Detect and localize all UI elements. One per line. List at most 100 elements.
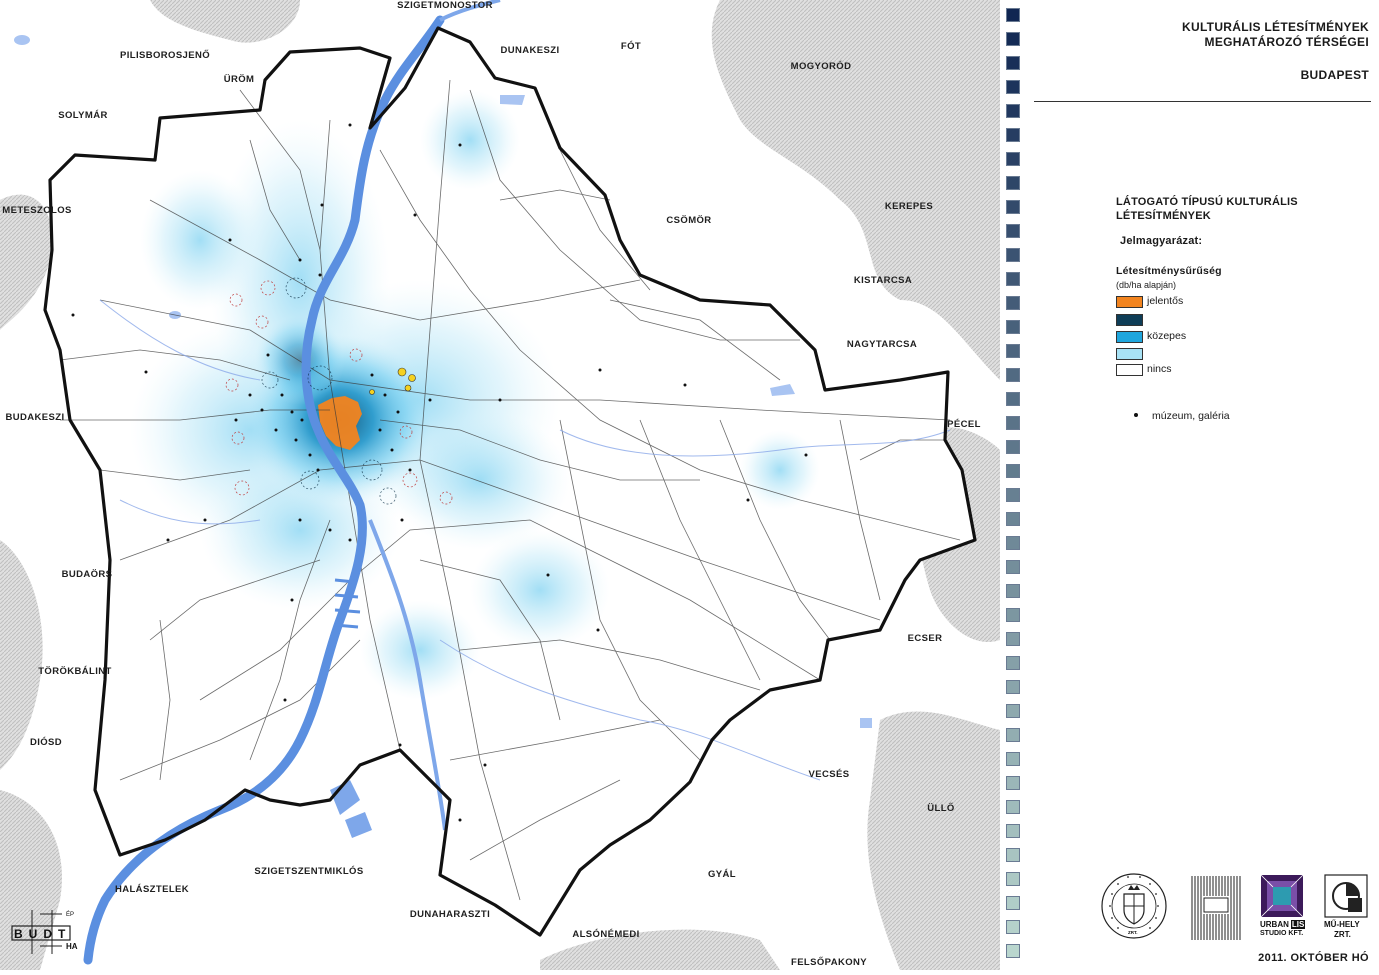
decorative-square-strip bbox=[1006, 8, 1022, 964]
place-pecel: PÉCEL bbox=[947, 419, 981, 430]
legend-key-title: Jelmagyarázat: bbox=[1120, 235, 1203, 247]
place-meteszolos: METESZOLOS bbox=[2, 205, 72, 216]
title-city: BUDAPEST bbox=[1300, 68, 1369, 82]
strip-square bbox=[1006, 944, 1020, 958]
place-solymar: SOLYMÁR bbox=[58, 110, 108, 121]
title-line2: MEGHATÁROZÓ TÉRSÉGEI bbox=[1204, 35, 1369, 49]
strip-square bbox=[1006, 344, 1020, 358]
place-szigetszentmiklos: SZIGETSZENTMIKLÓS bbox=[254, 866, 364, 877]
strip-square bbox=[1006, 512, 1020, 526]
legend-swatch-4 bbox=[1116, 364, 1143, 376]
budt-text: BUDT bbox=[14, 927, 72, 941]
strip-square bbox=[1006, 128, 1020, 142]
strip-square bbox=[1006, 656, 1020, 670]
museum-label: múzeum, galéria bbox=[1152, 410, 1230, 422]
place-szigetmonostor: SZIGETMONOSTOR bbox=[397, 0, 493, 11]
strip-square bbox=[1006, 440, 1020, 454]
vertical-lines-logo bbox=[1188, 874, 1244, 942]
strip-square bbox=[1006, 704, 1020, 718]
strip-square bbox=[1006, 152, 1020, 166]
urban-mark: LIS bbox=[1290, 920, 1306, 929]
legend-label-2: közepes bbox=[1147, 330, 1187, 342]
strip-square bbox=[1006, 296, 1020, 310]
place-csomor: CSÖMÖR bbox=[666, 215, 712, 226]
strip-square bbox=[1006, 8, 1020, 22]
strip-square bbox=[1006, 80, 1020, 94]
strip-square bbox=[1006, 272, 1020, 286]
budt-logo: BUDT ÉP HA bbox=[10, 908, 80, 958]
legend-panel: KULTURÁLIS LÉTESÍTMÉNYEK MEGHATÁROZÓ TÉR… bbox=[1030, 0, 1379, 970]
strip-square bbox=[1006, 536, 1020, 550]
legend-label-4: nincs bbox=[1147, 363, 1172, 375]
place-budakeszi: BUDAKESZI bbox=[5, 412, 65, 423]
strip-square bbox=[1006, 680, 1020, 694]
place-ecser: ECSER bbox=[907, 633, 943, 644]
place-diosd: DIÓSD bbox=[29, 737, 63, 748]
map-canvas[interactable]: SZIGETMONOSTOR PILISBOROSJENŐ ÜRÖM DUNAK… bbox=[0, 0, 1000, 970]
strip-square bbox=[1006, 176, 1020, 190]
urban-logo-icon bbox=[1260, 874, 1304, 918]
muhely-line1: MŰ-HELY bbox=[1324, 920, 1360, 929]
urban-word: URBAN bbox=[1260, 920, 1289, 929]
strip-square bbox=[1006, 776, 1020, 790]
place-felsopakony: FELSŐPAKONY bbox=[790, 957, 868, 968]
place-dunakeszi: DUNAKESZI bbox=[500, 45, 560, 56]
urban-line2: STUDIO KFT. bbox=[1260, 930, 1304, 937]
place-pilisborosjeno: PILISBOROSJENŐ bbox=[119, 50, 211, 61]
place-gyal: GYÁL bbox=[708, 869, 736, 880]
title-rule bbox=[1034, 101, 1371, 102]
legend-swatch-3 bbox=[1116, 348, 1143, 360]
barcode-logo-icon bbox=[1191, 876, 1241, 940]
place-mogyorod: MOGYORÓD bbox=[790, 61, 852, 72]
strip-square bbox=[1006, 920, 1020, 934]
place-kerepes: KEREPES bbox=[884, 201, 934, 212]
place-nagytarcsa: NAGYTARCSA bbox=[846, 339, 918, 350]
strip-square bbox=[1006, 728, 1020, 742]
legend-heading-line1: LÁTOGATÓ TÍPUSÚ KULTURÁLIS bbox=[1116, 196, 1298, 208]
strip-square bbox=[1006, 584, 1020, 598]
strip-square bbox=[1006, 392, 1020, 406]
strip-square bbox=[1006, 488, 1020, 502]
density-unit: (db/ha alapján) bbox=[1116, 280, 1177, 290]
legend-swatch-1 bbox=[1116, 314, 1143, 326]
place-vecses: VECSÉS bbox=[808, 769, 850, 780]
muhely-logo: MŰ-HELY ZRT. bbox=[1324, 874, 1370, 944]
strip-square bbox=[1006, 872, 1020, 886]
budapest-crest-seal: ZRT. bbox=[1100, 870, 1168, 942]
museum-symbol bbox=[1134, 413, 1138, 417]
strip-square bbox=[1006, 32, 1020, 46]
muhely-line2: ZRT. bbox=[1334, 930, 1351, 939]
place-kistarcsa: KISTARCSA bbox=[853, 275, 913, 286]
budt-sub1: ÉP bbox=[66, 912, 75, 918]
strip-square bbox=[1006, 632, 1020, 646]
strip-square bbox=[1006, 416, 1020, 430]
strip-square bbox=[1006, 824, 1020, 838]
strip-square bbox=[1006, 368, 1020, 382]
csepel-ponds bbox=[330, 780, 372, 838]
density-title: Létesítménysűrűség bbox=[1116, 265, 1222, 277]
urban-studio-logo: URBAN LIS STUDIO KFT. bbox=[1260, 874, 1310, 944]
strip-square bbox=[1006, 104, 1020, 118]
strip-square bbox=[1006, 800, 1020, 814]
strip-square bbox=[1006, 752, 1020, 766]
strip-square bbox=[1006, 56, 1020, 70]
budt-sub2: HA bbox=[66, 942, 78, 951]
urban-line1: URBAN LIS bbox=[1260, 920, 1306, 929]
place-alsonemedi: ALSÓNÉMEDI bbox=[572, 929, 640, 940]
strip-square bbox=[1006, 248, 1020, 262]
place-ullo: ÜLLŐ bbox=[927, 803, 955, 814]
muhely-logo-icon bbox=[1324, 874, 1368, 918]
place-torokbalint: TÖRÖKBÁLINT bbox=[38, 666, 112, 677]
strip-square bbox=[1006, 320, 1020, 334]
legend-swatch-0 bbox=[1116, 296, 1143, 308]
map-date: 2011. OKTÓBER HÓ bbox=[1258, 952, 1369, 964]
place-fot: FÓT bbox=[620, 41, 642, 52]
budapest-map[interactable] bbox=[0, 0, 1000, 970]
place-budaors: BUDAÖRS bbox=[61, 569, 113, 580]
place-halasztelek: HALÁSZTELEK bbox=[114, 884, 190, 895]
title-line1: KULTURÁLIS LÉTESÍTMÉNYEK bbox=[1182, 20, 1369, 34]
strip-square bbox=[1006, 560, 1020, 574]
seal-text: ZRT. bbox=[1128, 930, 1138, 935]
strip-square bbox=[1006, 896, 1020, 910]
strip-square bbox=[1006, 608, 1020, 622]
